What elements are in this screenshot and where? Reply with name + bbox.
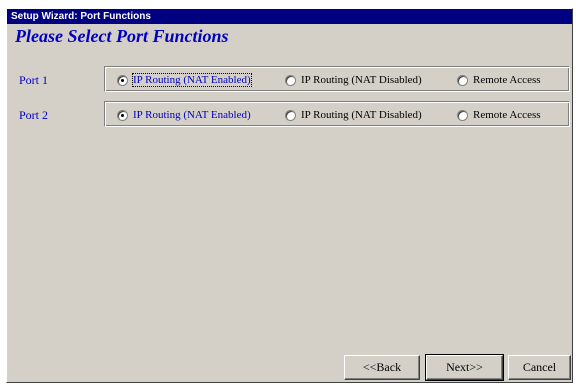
port-1-function-group: IP Routing (NAT Enabled) IP Routing (NAT… (104, 66, 570, 92)
radio-unchecked-icon[interactable] (285, 74, 296, 86)
port-1-option-nat-disabled[interactable]: IP Routing (NAT Disabled) (285, 73, 422, 87)
port-2-function-group: IP Routing (NAT Enabled) IP Routing (NAT… (104, 101, 570, 127)
port-2-option-nat-enabled[interactable]: IP Routing (NAT Enabled) (117, 108, 251, 122)
option-label: Remote Access (473, 74, 541, 86)
radio-checked-icon[interactable] (117, 109, 128, 121)
cancel-button[interactable]: Cancel (508, 355, 571, 380)
port-2-option-nat-disabled[interactable]: IP Routing (NAT Disabled) (285, 108, 422, 122)
option-label: IP Routing (NAT Enabled) (132, 73, 252, 87)
page-heading: Please Select Port Functions (15, 26, 229, 46)
back-button[interactable]: <<Back (344, 355, 420, 380)
option-label: Remote Access (473, 109, 541, 121)
port-1-option-nat-enabled[interactable]: IP Routing (NAT Enabled) (117, 73, 252, 87)
port-1-label: Port 1 (19, 73, 49, 87)
radio-unchecked-icon[interactable] (457, 109, 468, 121)
radio-unchecked-icon[interactable] (457, 74, 468, 86)
setup-wizard-window: Setup Wizard: Port Functions Please Sele… (6, 8, 573, 383)
next-button[interactable]: Next>> (425, 354, 504, 381)
option-label: IP Routing (NAT Enabled) (133, 109, 251, 121)
radio-unchecked-icon[interactable] (285, 109, 296, 121)
option-label: IP Routing (NAT Disabled) (301, 74, 422, 86)
port-2-option-remote-access[interactable]: Remote Access (457, 108, 541, 122)
port-1-option-remote-access[interactable]: Remote Access (457, 73, 541, 87)
window-title[interactable]: Setup Wizard: Port Functions (7, 9, 572, 24)
port-2-label: Port 2 (19, 108, 49, 122)
radio-checked-icon[interactable] (117, 74, 128, 86)
option-label: IP Routing (NAT Disabled) (301, 109, 422, 121)
